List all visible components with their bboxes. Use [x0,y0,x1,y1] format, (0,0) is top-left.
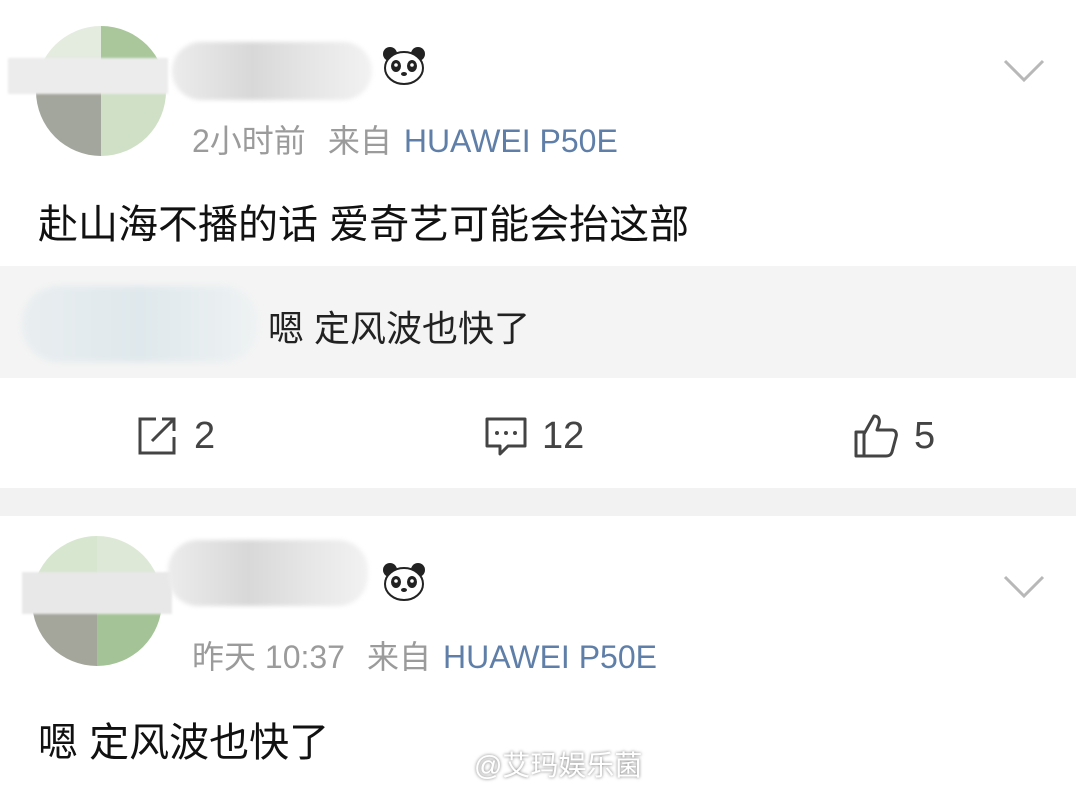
avatar-blur [8,58,168,94]
device-link[interactable]: HUAWEI P50E [404,123,618,159]
comment-button[interactable]: 12 [484,410,584,462]
repost-button[interactable]: 2 [134,410,215,462]
panda-badge-icon [383,47,425,85]
comment-count: 12 [542,414,585,457]
post-time: 昨天 10:37 [192,639,345,675]
weibo-icon [433,753,465,777]
device-link[interactable]: HUAWEI P50E [443,639,657,675]
avatar-blur [22,572,172,614]
source-prefix: 来自 [366,639,431,675]
post-meta: 2小时前 来自 HUAWEI P50E [192,116,618,162]
post-content: 嗯 定风波也快了 [38,721,330,765]
panda-badge-icon [383,563,425,601]
quoted-author-blurred [22,286,258,362]
post-time: 2小时前 [192,123,306,159]
username-blurred[interactable] [172,42,372,100]
source-prefix: 来自 [327,123,392,159]
username-blurred[interactable] [168,540,368,606]
like-count: 5 [914,414,936,457]
comment-icon [485,417,527,456]
post-content: 赴山海不播的话 爱奇艺可能会抬这部 [38,203,690,247]
watermark-text: @艾玛娱乐菌 [474,750,643,781]
chevron-down-icon[interactable] [1002,574,1046,600]
post-card: 2小时前 来自 HUAWEI P50E 赴山海不播的话 爱奇艺可能会抬这部 嗯 定风… [0,0,1076,488]
chevron-down-icon[interactable] [1002,58,1046,84]
quoted-reply-text: 嗯 定风波也快了 [268,308,531,349]
post-meta: 昨天 10:37 来自 HUAWEI P50E [192,632,657,678]
like-button[interactable]: 5 [852,410,935,462]
repost-count: 2 [194,414,216,457]
repost-icon [138,417,176,455]
post-divider [0,488,1076,516]
watermark: @艾玛娱乐菌 [432,744,642,784]
like-icon [854,414,898,458]
